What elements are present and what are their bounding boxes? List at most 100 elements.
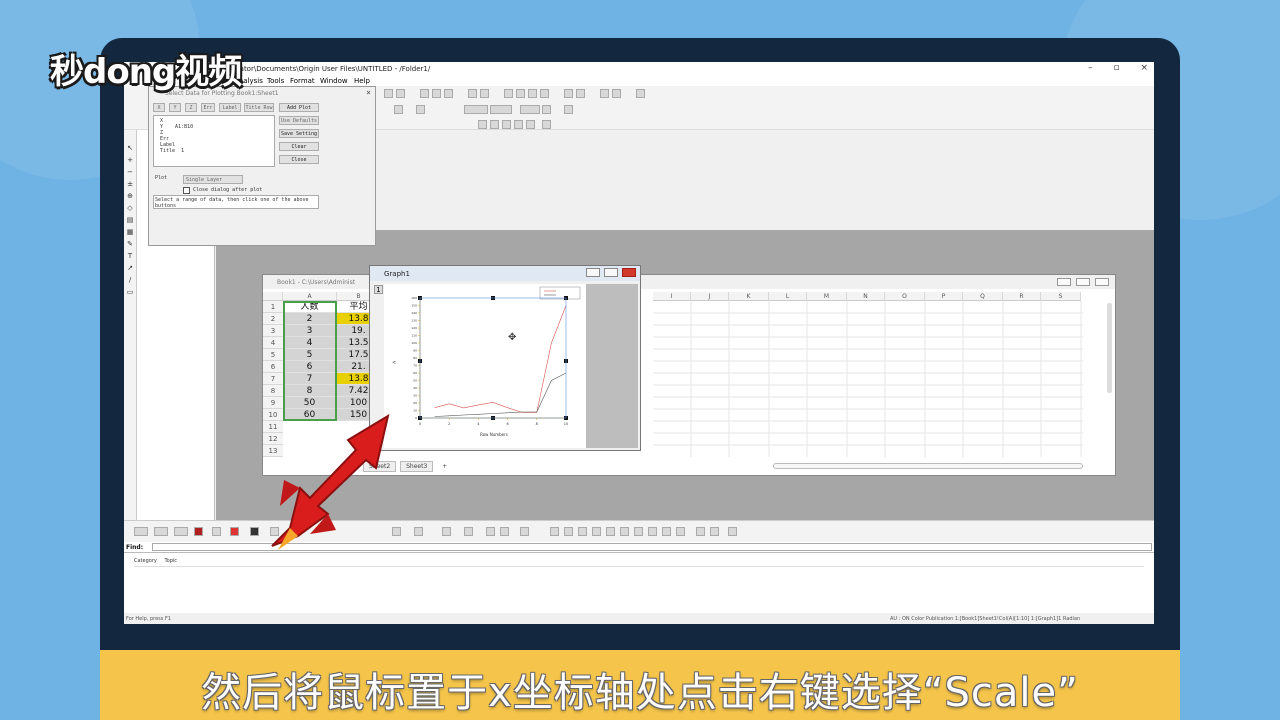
toolbar-button[interactable] <box>384 89 393 98</box>
layer-icon[interactable]: 1 <box>374 285 383 294</box>
workbook-maximize-button[interactable] <box>1076 278 1091 286</box>
layout-button[interactable] <box>550 527 559 536</box>
layout-button[interactable] <box>620 527 629 536</box>
layout-button[interactable] <box>564 527 573 536</box>
line-tool-icon[interactable]: / <box>126 276 134 284</box>
toolbar-button[interactable] <box>490 120 499 129</box>
cell-a3[interactable]: 3 <box>283 325 337 337</box>
menu-item-format[interactable]: Format <box>290 77 315 85</box>
zoom-out-icon[interactable]: − <box>126 168 134 176</box>
layout-button[interactable] <box>696 527 705 536</box>
menu-item-window[interactable]: Window <box>320 77 348 85</box>
column-header[interactable]: I <box>653 292 691 301</box>
corner-header[interactable] <box>263 292 283 301</box>
graph-close-button[interactable] <box>622 268 636 277</box>
layout-button[interactable] <box>676 527 685 536</box>
column-header[interactable]: A <box>283 292 337 301</box>
column-header[interactable]: M <box>807 292 847 301</box>
row-header[interactable]: 8 <box>263 385 283 397</box>
cell-a4[interactable]: 4 <box>283 337 337 349</box>
color-button[interactable] <box>194 527 203 536</box>
column-header[interactable]: O <box>885 292 925 301</box>
row-header[interactable]: 4 <box>263 337 283 349</box>
toolbar-button[interactable] <box>528 89 537 98</box>
cell-a1[interactable]: 人数 <box>283 301 337 313</box>
clear-button[interactable]: Clear <box>279 142 319 151</box>
row-header[interactable]: 3 <box>263 325 283 337</box>
minimize-button[interactable]: – <box>1088 63 1093 73</box>
z-button[interactable]: Z <box>185 103 197 112</box>
toolbar-dropdown[interactable] <box>520 105 540 114</box>
align-button[interactable] <box>500 527 509 536</box>
toolbar-button[interactable] <box>612 89 621 98</box>
toolbar-dropdown[interactable] <box>490 105 512 114</box>
layout-button[interactable] <box>592 527 601 536</box>
chart-legend[interactable] <box>539 286 581 300</box>
toolbar-button[interactable] <box>516 89 525 98</box>
toolbar-button[interactable] <box>480 89 489 98</box>
row-header[interactable]: 6 <box>263 361 283 373</box>
column-header[interactable]: S <box>1041 292 1081 301</box>
toolbar-button[interactable] <box>416 105 425 114</box>
column-header[interactable]: L <box>769 292 807 301</box>
toolbar-button[interactable] <box>478 120 487 129</box>
toolbar-button[interactable] <box>576 89 585 98</box>
horizontal-scrollbar[interactable] <box>773 463 1083 469</box>
toolbar-button[interactable] <box>600 89 609 98</box>
screen-reader-icon[interactable]: ⊕ <box>126 192 134 200</box>
workbook-close-button[interactable] <box>1095 278 1109 286</box>
column-header[interactable]: Q <box>963 292 1003 301</box>
toolbar-button[interactable] <box>502 120 511 129</box>
y-axis-label[interactable]: < <box>392 360 396 366</box>
toolbar-button[interactable] <box>564 89 573 98</box>
use-defaults-button[interactable]: Use Defaults <box>279 116 319 125</box>
plot-button[interactable] <box>212 527 221 536</box>
pointer-icon[interactable]: ↖ <box>126 144 134 152</box>
vertical-scrollbar[interactable] <box>1107 303 1112 393</box>
toolbar-button[interactable] <box>526 120 535 129</box>
layout-button[interactable] <box>648 527 657 536</box>
align-button[interactable] <box>464 527 473 536</box>
cell-a9[interactable]: 50 <box>283 397 337 409</box>
graph-minimize-button[interactable] <box>585 268 600 277</box>
menu-item-tools[interactable]: Tools <box>267 77 284 85</box>
x-button[interactable]: X <box>153 103 165 112</box>
title-row-button[interactable]: Title Row <box>244 103 274 112</box>
align-button[interactable] <box>520 527 529 536</box>
toolbar-button[interactable] <box>636 89 645 98</box>
dotted-line-button[interactable] <box>154 527 168 536</box>
layout-button[interactable] <box>578 527 587 536</box>
layout-button[interactable] <box>728 527 737 536</box>
symbol-button[interactable] <box>230 527 239 536</box>
toolbar-button[interactable] <box>504 89 513 98</box>
toolbar-button[interactable] <box>542 120 551 129</box>
row-header[interactable]: 7 <box>263 373 283 385</box>
layout-button[interactable] <box>634 527 643 536</box>
toolbar-button[interactable] <box>514 120 523 129</box>
toolbar-button[interactable] <box>468 89 477 98</box>
layout-button[interactable] <box>662 527 671 536</box>
cell-a8[interactable]: 8 <box>283 385 337 397</box>
err-button[interactable]: Err <box>201 103 215 112</box>
graph-maximize-button[interactable] <box>603 268 618 277</box>
row-header[interactable]: 1 <box>263 301 283 313</box>
cell-a5[interactable]: 5 <box>283 349 337 361</box>
results-column-topic[interactable]: Topic <box>164 558 177 564</box>
align-button[interactable] <box>442 527 451 536</box>
fill-button[interactable] <box>250 527 259 536</box>
column-header[interactable]: N <box>847 292 885 301</box>
column-header[interactable]: K <box>729 292 769 301</box>
cell-a6[interactable]: 6 <box>283 361 337 373</box>
data-assignment-box[interactable]: X Y A1:B10 Z Err Label Title 1 <box>153 115 275 167</box>
toolbar-dropdown[interactable] <box>464 105 488 114</box>
data-reader-icon[interactable]: ◇ <box>126 204 134 212</box>
cell-a2[interactable]: 2 <box>283 313 337 325</box>
workbook-minimize-button[interactable] <box>1057 278 1072 286</box>
maximize-button[interactable]: ▫ <box>1113 63 1119 73</box>
close-after-plot-checkbox[interactable] <box>183 187 190 194</box>
toolbar-button[interactable] <box>432 89 441 98</box>
toolbar-button[interactable] <box>542 105 551 114</box>
data-selector-icon[interactable]: ▤ <box>126 216 134 224</box>
x-axis-label[interactable]: Row Numbers <box>480 432 508 437</box>
close-button[interactable]: × <box>1140 63 1148 73</box>
